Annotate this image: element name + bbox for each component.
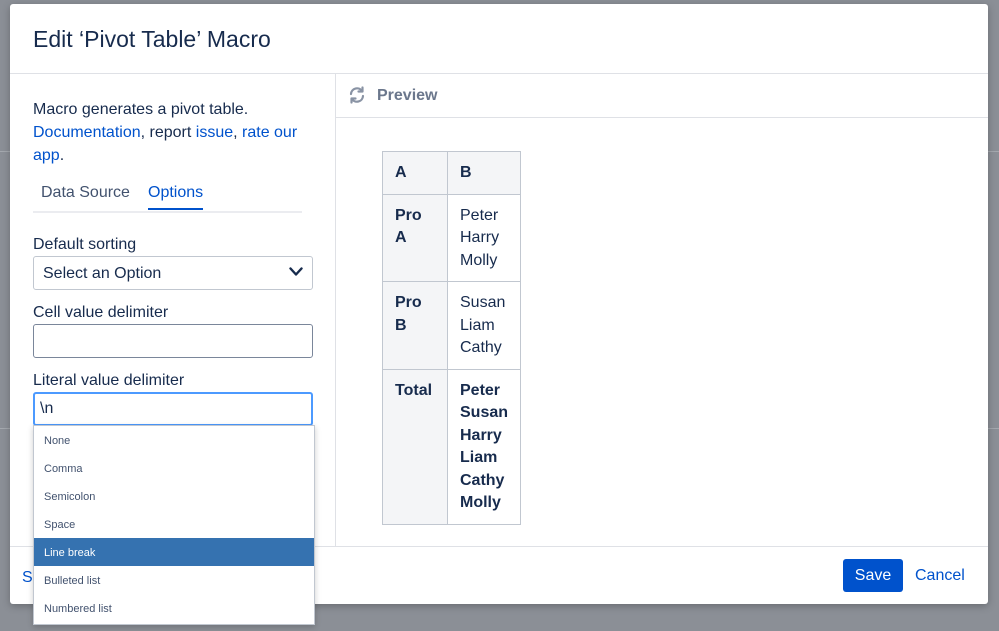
cell-value: Peter bbox=[460, 206, 499, 224]
cell-value: Liam bbox=[460, 316, 495, 334]
table-row: Pro B Susan Liam Cathy bbox=[382, 281, 522, 370]
row-header: Pro B bbox=[382, 281, 448, 370]
literal-value-delimiter-input[interactable]: \n bbox=[33, 392, 313, 426]
literal-value-delimiter-label: Literal value delimiter bbox=[33, 372, 185, 389]
input-value: \n bbox=[40, 400, 54, 417]
separator: , bbox=[233, 124, 243, 141]
option-label: Comma bbox=[44, 463, 83, 475]
cell-value-delimiter-label: Cell value delimiter bbox=[33, 304, 169, 321]
cancel-button[interactable]: Cancel bbox=[915, 567, 965, 585]
preview-header: Preview bbox=[336, 74, 988, 118]
option-label: Bulleted list bbox=[44, 575, 101, 587]
tab-options[interactable]: Options bbox=[148, 184, 204, 210]
default-sorting-select[interactable]: Select an Option bbox=[33, 256, 313, 290]
tab-bar: Data Source Options bbox=[33, 184, 302, 213]
period: . bbox=[59, 147, 65, 164]
cell-value: Peter bbox=[460, 381, 501, 399]
option-line-break[interactable]: Line break bbox=[34, 538, 314, 566]
save-button[interactable]: Save bbox=[843, 559, 903, 592]
row-header: Pro A bbox=[382, 193, 448, 282]
tab-data-source[interactable]: Data Source bbox=[41, 184, 130, 208]
table-header-row: A B bbox=[382, 151, 522, 195]
cell-value: Harry bbox=[460, 426, 502, 444]
option-bulleted-list[interactable]: Bulleted list bbox=[34, 566, 314, 594]
documentation-link[interactable]: Documentation bbox=[33, 124, 141, 141]
preview-panel: Preview A B Pro A Peter Harry Molly Pro … bbox=[336, 74, 988, 546]
cell-value: Harry bbox=[460, 229, 500, 246]
option-label: Semicolon bbox=[44, 491, 96, 503]
delimiter-options-dropdown: None Comma Semicolon Space Line break Bu… bbox=[33, 425, 315, 625]
cell-value: Liam bbox=[460, 449, 498, 466]
chevron-down-icon bbox=[289, 267, 303, 276]
table-cell: Peter Susan Harry Liam Cathy Molly bbox=[446, 368, 522, 525]
cell-value: Molly bbox=[460, 251, 498, 269]
option-label: Numbered list bbox=[44, 603, 112, 615]
column-header-b: B bbox=[446, 151, 522, 195]
preview-title: Preview bbox=[377, 87, 438, 104]
table-cell: Susan Liam Cathy bbox=[446, 281, 522, 370]
option-label: Line break bbox=[44, 547, 96, 559]
separator: , report bbox=[140, 124, 196, 141]
refresh-icon[interactable] bbox=[347, 85, 367, 105]
dialog-title: Edit ‘Pivot Table’ Macro bbox=[33, 26, 271, 52]
option-numbered-list[interactable]: Numbered list bbox=[34, 594, 314, 622]
option-space[interactable]: Space bbox=[34, 510, 314, 538]
pivot-table-preview: A B Pro A Peter Harry Molly Pro B Susan bbox=[382, 151, 522, 525]
dialog-header: Edit ‘Pivot Table’ Macro bbox=[10, 4, 988, 74]
cell-value-delimiter-input[interactable] bbox=[33, 324, 313, 358]
table-row: Pro A Peter Harry Molly bbox=[382, 193, 522, 282]
option-label: Space bbox=[44, 519, 76, 531]
cell-value: Cathy bbox=[460, 339, 502, 356]
footer-left-link[interactable]: S bbox=[22, 569, 33, 587]
cell-value: Susan bbox=[460, 404, 509, 421]
option-semicolon[interactable]: Semicolon bbox=[34, 482, 314, 510]
issue-link[interactable]: issue bbox=[196, 124, 233, 141]
option-label: None bbox=[44, 435, 71, 447]
row-header: Total bbox=[382, 368, 448, 525]
cell-value: Susan bbox=[460, 294, 506, 311]
option-comma[interactable]: Comma bbox=[34, 454, 314, 482]
column-header-a: A bbox=[382, 151, 448, 195]
option-none[interactable]: None bbox=[34, 426, 314, 454]
cell-value: Molly bbox=[460, 494, 501, 511]
table-cell: Peter Harry Molly bbox=[446, 193, 522, 282]
description-text: Macro generates a pivot table. bbox=[33, 101, 249, 118]
cell-value: Cathy bbox=[460, 471, 505, 489]
table-row-total: Total Peter Susan Harry Liam Cathy Molly bbox=[382, 368, 522, 525]
select-value: Select an Option bbox=[43, 265, 162, 282]
default-sorting-label: Default sorting bbox=[33, 236, 137, 253]
macro-description: Macro generates a pivot table. Documenta… bbox=[33, 98, 323, 167]
